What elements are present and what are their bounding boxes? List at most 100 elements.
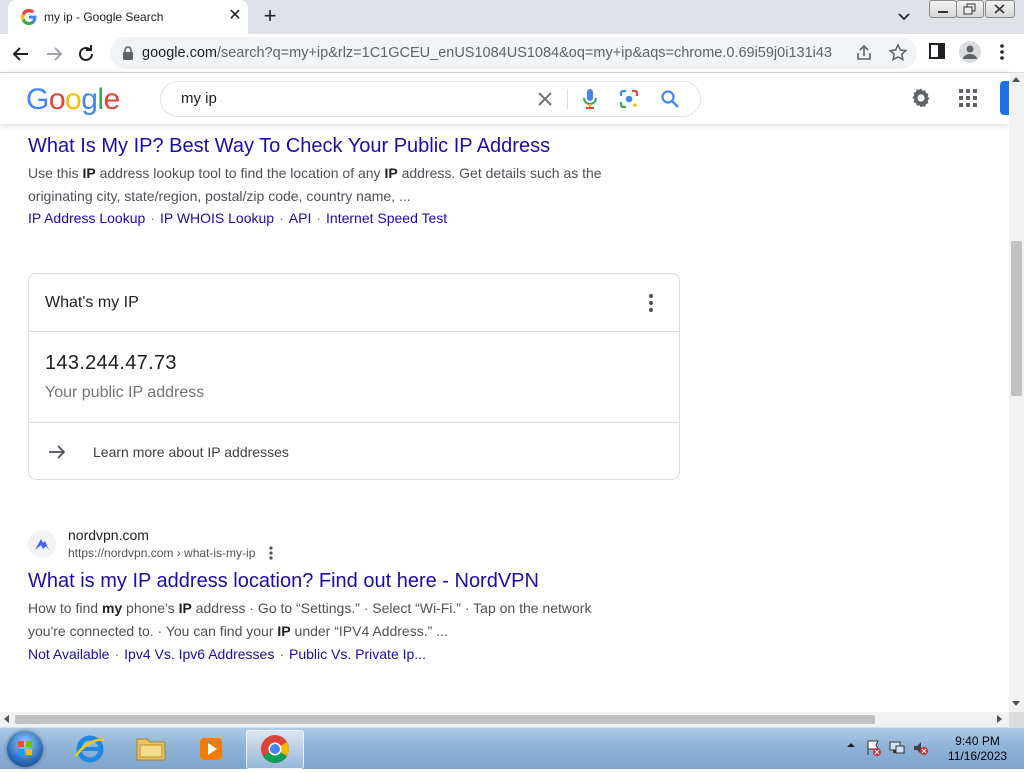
ip-address-value: 143.244.47.73 [45, 352, 177, 374]
search-icon[interactable] [660, 89, 680, 109]
about-result-icon[interactable] [264, 545, 278, 561]
forward-arrow-icon[interactable] [42, 42, 66, 66]
snippet-bold: IP [277, 623, 291, 639]
scroll-right-arrow-icon[interactable] [997, 715, 1002, 723]
snippet-bold: IP [178, 600, 192, 616]
chevron-down-icon[interactable] [893, 7, 915, 27]
scroll-left-arrow-icon[interactable] [4, 715, 9, 723]
horizontal-scroll-thumb[interactable] [15, 715, 875, 724]
sign-in-button[interactable] [1000, 81, 1009, 115]
logo-letter: g [81, 83, 98, 116]
google-lens-icon[interactable] [619, 89, 639, 109]
browser-menu-icon[interactable] [992, 42, 1012, 62]
sitelink[interactable]: Not Available [28, 646, 109, 662]
taskbar-file-explorer[interactable] [123, 730, 179, 767]
result-site-name[interactable]: nordvpn.com [68, 527, 149, 543]
result-snippet: How to find my phone's IP address · Go t… [28, 597, 628, 643]
windows-logo-icon [18, 741, 32, 755]
address-bar[interactable]: google.com/search?q=my+ip&rlz=1C1GCEU_en… [110, 37, 917, 69]
sitelink[interactable]: Internet Speed Test [326, 210, 447, 226]
chrome-icon [261, 735, 289, 763]
sitelink[interactable]: API [289, 210, 312, 226]
network-icon[interactable] [889, 741, 905, 754]
taskbar-clock[interactable]: 9:40 PM 11/16/2023 [940, 734, 1015, 764]
google-logo[interactable]: Google [26, 83, 120, 117]
google-apps-icon[interactable] [957, 87, 979, 109]
media-player-icon [200, 738, 222, 760]
back-arrow-icon[interactable] [9, 42, 33, 66]
sitelink[interactable]: IP WHOIS Lookup [160, 210, 274, 226]
arrow-right-icon[interactable] [47, 442, 67, 462]
browser-toolbar: google.com/search?q=my+ip&rlz=1C1GCEU_en… [0, 34, 1024, 73]
snippet-text: address lookup tool to find the location… [95, 165, 385, 181]
snippet-text: How to find [28, 600, 102, 616]
nordvpn-favicon[interactable] [28, 530, 56, 558]
snippet-text: under “IPV4 Address.” ... [290, 623, 448, 639]
vertical-scrollbar[interactable] [1009, 73, 1024, 712]
new-tab-button[interactable]: + [258, 5, 282, 29]
tab-active[interactable]: my ip - Google Search ✕ [8, 0, 248, 34]
google-favicon-icon [21, 9, 37, 25]
url-text: google.com/search?q=my+ip&rlz=1C1GCEU_en… [142, 45, 832, 61]
volume-muted-icon[interactable] [914, 742, 928, 755]
ip-address-caption: Your public IP address [45, 384, 205, 401]
bookmark-star-icon[interactable] [888, 43, 908, 63]
logo-letter: e [103, 83, 121, 116]
clock-date: 11/16/2023 [947, 749, 1008, 763]
snippet-text: phone's [122, 600, 179, 616]
clock-time: 9:40 PM [955, 734, 1000, 748]
tab-title: my ip - Google Search [44, 10, 164, 24]
taskbar-media-player[interactable] [184, 730, 240, 767]
learn-more-link[interactable]: Learn more about IP addresses [93, 444, 289, 460]
action-center-flag-icon[interactable] [867, 740, 881, 756]
settings-gear-icon[interactable] [909, 86, 933, 110]
google-header: Google my ip [0, 73, 1009, 124]
divider [29, 422, 679, 423]
separator: · [316, 210, 322, 226]
result-title-link[interactable]: What is my IP address location? Find out… [28, 570, 539, 593]
vertical-scroll-thumb[interactable] [1011, 241, 1022, 396]
restore-icon [963, 3, 976, 15]
url-path: /search?q=my+ip&rlz=1C1GCEU_enUS1084US10… [216, 45, 832, 61]
close-tab-icon[interactable]: ✕ [226, 7, 244, 25]
more-options-icon[interactable] [643, 292, 659, 314]
start-button[interactable] [7, 731, 43, 767]
scroll-up-arrow-icon[interactable] [1012, 77, 1020, 82]
snippet-bold: IP [82, 165, 96, 181]
clear-search-icon[interactable] [535, 89, 555, 109]
snippet-bold: my [101, 600, 123, 616]
logo-letter: o [65, 83, 82, 116]
side-panel-icon[interactable] [929, 43, 945, 59]
result-title-link[interactable]: What Is My IP? Best Way To Check Your Pu… [28, 135, 550, 158]
show-hidden-icons-icon[interactable] [847, 743, 855, 747]
minimize-window-button[interactable] [929, 0, 957, 18]
sitelink[interactable]: Public Vs. Private Ip... [289, 646, 426, 662]
sitelink[interactable]: IP Address Lookup [28, 210, 145, 226]
reload-icon[interactable] [74, 42, 98, 66]
close-icon [994, 4, 1005, 14]
horizontal-scrollbar[interactable] [0, 712, 1009, 727]
close-window-button[interactable] [985, 0, 1015, 18]
separator: · [114, 646, 120, 662]
scrollbar-corner [1009, 712, 1024, 727]
snippet-bold: IP [384, 165, 398, 181]
scroll-down-arrow-icon[interactable] [1012, 701, 1020, 706]
sitelink[interactable]: Ipv4 Vs. Ipv6 Addresses [124, 646, 274, 662]
search-box[interactable]: my ip [160, 81, 701, 117]
search-input[interactable]: my ip [181, 90, 217, 107]
profile-avatar[interactable] [959, 41, 981, 63]
microphone-icon[interactable] [581, 88, 599, 110]
lock-icon[interactable] [122, 46, 134, 60]
internet-explorer-icon [74, 735, 105, 763]
url-host: google.com [142, 45, 217, 61]
taskbar-internet-explorer[interactable] [62, 730, 118, 767]
result-cite-url[interactable]: https://nordvpn.com › what-is-my-ip [68, 546, 255, 560]
restore-window-button[interactable] [956, 0, 984, 18]
separator: · [279, 646, 285, 662]
tab-strip: my ip - Google Search ✕ + [0, 0, 1024, 34]
taskbar-chrome[interactable] [246, 730, 304, 769]
card-heading: What's my IP [45, 294, 139, 311]
result-sitelinks: Not Available · Ipv4 Vs. Ipv6 Addresses · Pu… [28, 646, 426, 662]
share-icon[interactable] [855, 44, 873, 62]
nordvpn-logo-icon [35, 539, 49, 550]
